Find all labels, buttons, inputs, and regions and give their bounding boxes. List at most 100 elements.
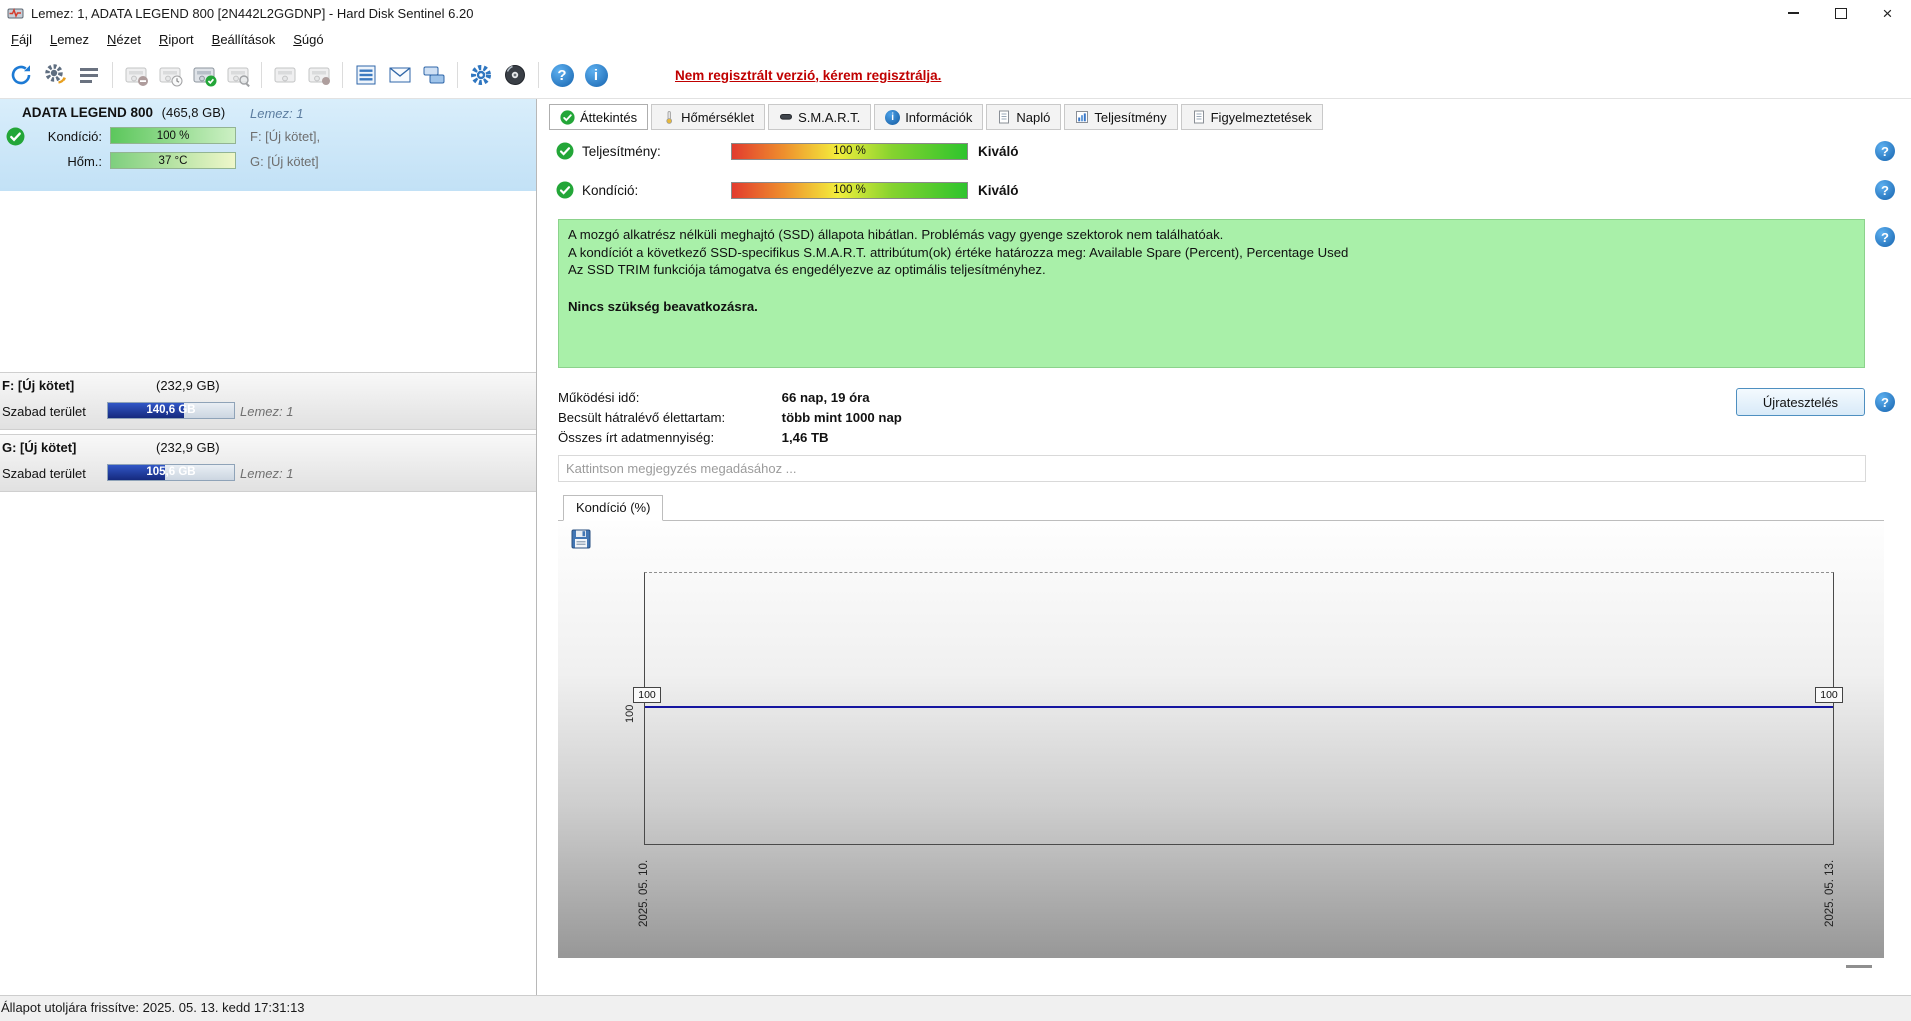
chart-icon bbox=[1075, 110, 1089, 124]
check-circle-icon bbox=[560, 109, 575, 125]
maximize-button[interactable] bbox=[1817, 0, 1864, 26]
stat-estimated-lifetime: Becsült hátralévő élettartam: több mint … bbox=[558, 410, 902, 425]
help-icon[interactable]: ? bbox=[547, 60, 577, 90]
minimize-button[interactable] bbox=[1770, 0, 1817, 26]
condition-label: Kondíció: bbox=[47, 129, 102, 144]
close-button[interactable]: × bbox=[1864, 0, 1911, 26]
tab-attekintes[interactable]: Áttekintés bbox=[549, 104, 649, 130]
chart-area: 100 100 100 2025. 05. 10. 2025. 05. 13. bbox=[558, 521, 1884, 958]
menu-riport[interactable]: Riport bbox=[150, 29, 203, 50]
disk-size: (465,8 GB) bbox=[161, 105, 226, 120]
menu-sugo[interactable]: Súgó bbox=[284, 29, 332, 50]
tab-figyelmeztetesek[interactable]: Figyelmeztetések bbox=[1180, 104, 1323, 130]
disc-icon[interactable] bbox=[500, 60, 530, 90]
free-space-bar: 140,6 GB bbox=[107, 402, 235, 419]
mail-icon[interactable] bbox=[385, 60, 415, 90]
condition-row: Kondíció: 100 % Kiváló bbox=[556, 179, 1019, 201]
toolbar-separator bbox=[457, 62, 458, 88]
menu-lemez[interactable]: Lemez bbox=[41, 29, 98, 50]
info-i-icon: i bbox=[584, 63, 608, 87]
disk-status-check-icon bbox=[6, 127, 25, 146]
menubar: Fájl Lemez Nézet Riport Beállítások Súgó bbox=[0, 26, 1911, 52]
partition-name: F: [Új kötet] bbox=[2, 378, 75, 393]
settings-gear-icon[interactable] bbox=[466, 60, 496, 90]
tab-teljesitmeny[interactable]: Teljesítmény bbox=[1064, 104, 1178, 130]
free-space-bar: 105,6 GB bbox=[107, 464, 235, 481]
status-text-box: A mozgó alkatrész nélküli meghajtó (SSD)… bbox=[558, 219, 1865, 368]
chart-tab-kondicio[interactable]: Kondíció (%) bbox=[563, 495, 664, 521]
value-label-right: 100 bbox=[1815, 687, 1843, 703]
help-icon-performance[interactable]: ? bbox=[1875, 141, 1895, 161]
performance-bar: 100 % bbox=[731, 142, 968, 160]
disk-test-icon[interactable] bbox=[189, 60, 219, 90]
stat-power-on-time: Működési idő: 66 nap, 19 óra bbox=[558, 390, 870, 405]
document-icon bbox=[1192, 110, 1206, 124]
partition-size: (232,9 GB) bbox=[156, 440, 220, 455]
help-icon-condition[interactable]: ? bbox=[1875, 180, 1895, 200]
tab-homerseklet[interactable]: Hőmérséklet bbox=[651, 104, 766, 130]
volume-g-label: G: [Új kötet] bbox=[250, 154, 319, 169]
menu-fajl[interactable]: Fájl bbox=[2, 29, 41, 50]
tab-naplo[interactable]: Napló bbox=[986, 104, 1062, 130]
partition-disk-label: Lemez: 1 bbox=[240, 466, 294, 481]
partition-disk-label: Lemez: 1 bbox=[240, 404, 294, 419]
tab-label: Napló bbox=[1016, 109, 1051, 125]
disk-silence-icon[interactable] bbox=[121, 60, 151, 90]
disk-title: ADATA LEGEND 800 (465,8 GB) bbox=[22, 105, 225, 120]
hardware-monitor-icon[interactable] bbox=[351, 60, 381, 90]
disk-search-icon[interactable] bbox=[223, 60, 253, 90]
partition-name: G: [Új kötet] bbox=[2, 440, 77, 455]
stat-value: 66 nap, 19 óra bbox=[781, 390, 870, 405]
disk-surface-icon[interactable] bbox=[304, 60, 334, 90]
titlebar: Lemez: 1, ADATA LEGEND 800 [2N442L2GGDNP… bbox=[0, 0, 1911, 26]
condition-bar: 100 % bbox=[731, 181, 968, 199]
register-link[interactable]: Nem regisztrált verzió, kérem regisztrál… bbox=[675, 68, 941, 83]
partition-list-item-f[interactable]: F: [Új kötet] (232,9 GB) Szabad terület … bbox=[0, 372, 536, 430]
help-icon-retest[interactable]: ? bbox=[1875, 392, 1895, 412]
document-icon bbox=[997, 110, 1011, 124]
tab-informaciok[interactable]: i Információk bbox=[874, 104, 984, 130]
check-circle-icon bbox=[556, 142, 574, 160]
partition-list-item-g[interactable]: G: [Új kötet] (232,9 GB) Szabad terület … bbox=[0, 434, 536, 492]
disk-number-label: Lemez: 1 bbox=[250, 106, 304, 121]
status-text: Állapot utoljára frissítve: 2025. 05. 13… bbox=[1, 1000, 305, 1015]
question-mark-icon: ? bbox=[550, 63, 574, 87]
chart-plot bbox=[644, 572, 1834, 845]
status-line: A kondíciót a következő SSD-specifikus S… bbox=[568, 244, 1349, 260]
window-title: Lemez: 1, ADATA LEGEND 800 [2N442L2GGDNP… bbox=[31, 5, 474, 21]
comment-input[interactable] bbox=[558, 455, 1866, 482]
main-panel: Áttekintés Hőmérséklet S.M.A.R.T. i Info… bbox=[537, 99, 1911, 995]
tab-label: Hőmérséklet bbox=[681, 109, 755, 125]
maximize-icon bbox=[1834, 7, 1847, 19]
x-axis-label-left: 2025. 05. 10. bbox=[638, 859, 650, 927]
retest-button[interactable]: Újratesztelés bbox=[1736, 388, 1865, 416]
chart-panel: Kondíció (%) 100 100 100 2025. 05. 10. 2… bbox=[558, 495, 1884, 975]
tab-label: Információk bbox=[905, 109, 973, 125]
disk-list-item[interactable]: ADATA LEGEND 800 (465,8 GB) Lemez: 1 Kon… bbox=[0, 99, 536, 191]
help-icon-status[interactable]: ? bbox=[1875, 227, 1895, 247]
menu-nezet[interactable]: Nézet bbox=[98, 29, 150, 50]
toolbar: ? i Nem regisztrált verzió, kérem regisz… bbox=[0, 52, 1911, 99]
scrollbar-handle[interactable] bbox=[1846, 965, 1872, 968]
chart-tabrow: Kondíció (%) bbox=[558, 495, 1884, 521]
tab-smart[interactable]: S.M.A.R.T. bbox=[768, 104, 872, 130]
status-line: A mozgó alkatrész nélküli meghajtó (SSD)… bbox=[568, 227, 1224, 242]
temperature-bar: 37 °C bbox=[110, 152, 236, 169]
disk-clock-icon[interactable] bbox=[155, 60, 185, 90]
y-axis-label: 100 bbox=[624, 704, 636, 723]
content: ADATA LEGEND 800 (465,8 GB) Lemez: 1 Kon… bbox=[0, 99, 1911, 995]
refresh-icon[interactable] bbox=[6, 60, 36, 90]
network-disks-icon[interactable] bbox=[419, 60, 449, 90]
disk-offline-icon[interactable] bbox=[270, 60, 300, 90]
toolbar-separator bbox=[538, 62, 539, 88]
stat-total-written: Összes írt adatmennyiség: 1,46 TB bbox=[558, 430, 829, 445]
tab-label: Teljesítmény bbox=[1094, 109, 1167, 125]
information-icon[interactable]: i bbox=[581, 60, 611, 90]
free-space-value: 140,6 GB bbox=[146, 404, 196, 416]
check-circle-icon bbox=[556, 181, 574, 199]
analyse-gear-icon[interactable] bbox=[40, 60, 70, 90]
save-chart-icon[interactable] bbox=[570, 528, 592, 550]
statusbar: Állapot utoljára frissítve: 2025. 05. 13… bbox=[0, 995, 1911, 1021]
menu-beallitasok[interactable]: Beállítások bbox=[203, 29, 285, 50]
report-icon[interactable] bbox=[74, 60, 104, 90]
